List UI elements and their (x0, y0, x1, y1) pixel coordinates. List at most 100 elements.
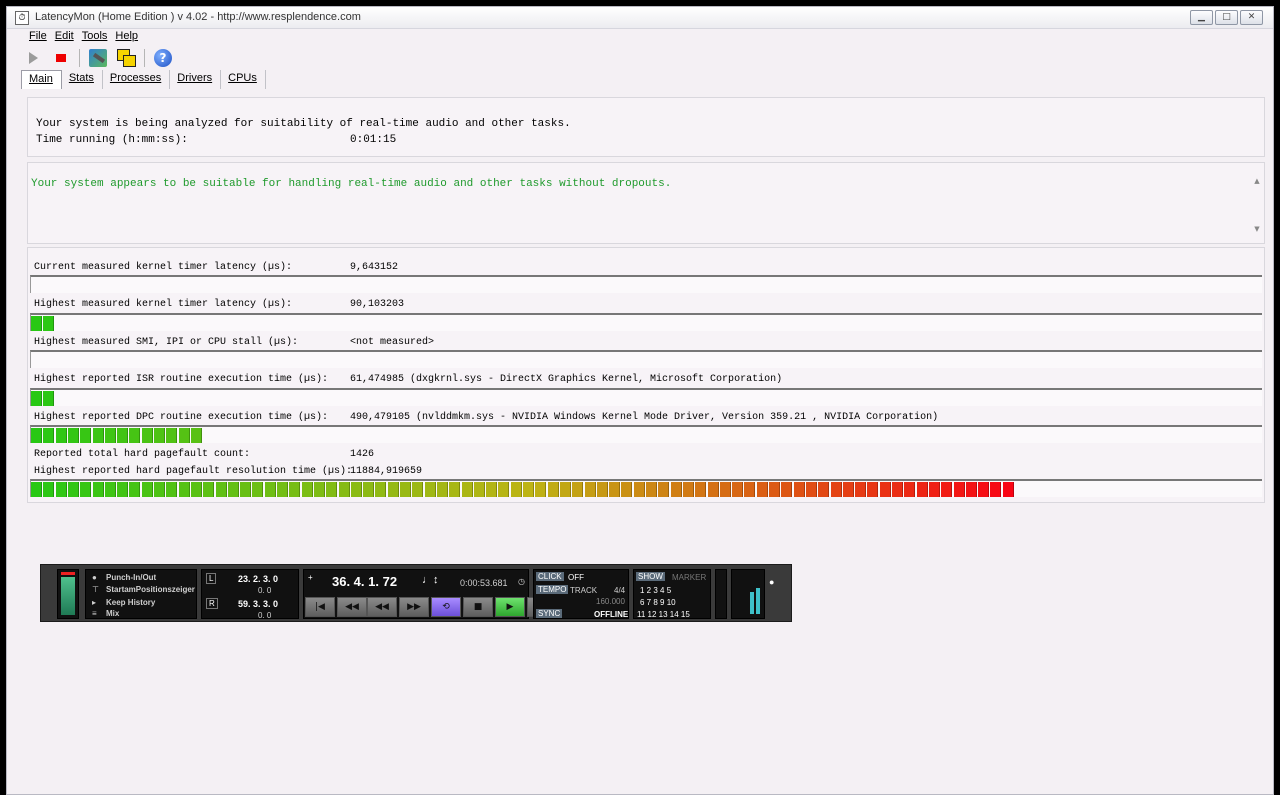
play-button[interactable]: ▶ (495, 597, 525, 617)
show-button[interactable]: SHOW (636, 572, 665, 581)
scroll-down-icon[interactable]: ▼ (1252, 225, 1262, 233)
menu-tools[interactable]: Tools (82, 30, 108, 46)
click-button[interactable]: CLICK (536, 572, 564, 581)
minimize-button[interactable]: ▁ (1190, 10, 1213, 25)
marker-label: MARKER (672, 573, 707, 582)
bar-segment (436, 482, 448, 497)
bar-segment (178, 482, 190, 497)
left-locator-value[interactable]: 23. 2. 3. 0 (238, 574, 278, 584)
marker-row[interactable]: 11 12 13 14 15 (637, 610, 690, 619)
bar-segment (31, 428, 42, 443)
go-to-start-button[interactable]: |◀ (305, 597, 335, 617)
right-locator-icon[interactable]: R (206, 598, 218, 609)
tempo-button[interactable]: TEMPO (536, 585, 569, 594)
level-bar-right (756, 588, 760, 614)
pagefault-count-label: Reported total hard pagefault count: (34, 449, 251, 460)
metric-value: 61,474985 (dxgkrnl.sys - DirectX Graphic… (350, 374, 783, 385)
pagefault-bar (30, 479, 1262, 497)
dot-icon: ● (769, 577, 775, 587)
bar-segment (277, 482, 288, 497)
time-position[interactable]: 0:00:53.681 (460, 578, 508, 588)
bar-segment (104, 482, 116, 497)
bar-segment (31, 391, 42, 406)
metric-bar (30, 388, 1262, 406)
bar-segment (707, 482, 719, 497)
left-locator-icon[interactable]: L (206, 573, 217, 584)
fast-forward-button[interactable]: ▶▶ (399, 597, 429, 617)
right-locator-value[interactable]: 59. 3. 3. 0 (238, 599, 278, 609)
bar-segment (892, 482, 903, 497)
stop-button[interactable]: ■ (463, 597, 493, 617)
clip-indicator (61, 572, 75, 575)
mix-option[interactable]: Mix (106, 609, 119, 618)
maximize-button[interactable]: □ (1215, 10, 1238, 25)
bar-segment (203, 482, 215, 497)
bar-position[interactable]: 36. 4. 1. 72 (332, 574, 397, 589)
toolbar-separator (144, 49, 145, 67)
bar-segment (412, 482, 424, 497)
scroll-up-icon[interactable]: ▲ (1252, 177, 1262, 185)
tab-main[interactable]: Main (21, 70, 62, 89)
stop-button[interactable] (51, 48, 71, 68)
bar-segment (166, 482, 178, 497)
start-button[interactable] (23, 48, 43, 68)
bar-segment (43, 428, 55, 443)
bar-segment (646, 482, 657, 497)
keep-history[interactable]: Keep History (106, 598, 155, 607)
metric-label: Highest measured SMI, IPI or CPU stall (… (34, 337, 299, 348)
menu-file[interactable]: File (29, 30, 47, 46)
metric-value: <not measured> (350, 337, 435, 348)
sync-button[interactable]: SYNC (536, 609, 563, 618)
level-bar-left (750, 592, 754, 614)
bar-segment (498, 482, 510, 497)
loop-button[interactable]: ⟲ (431, 597, 461, 617)
verdict-scrollbar[interactable]: ▲ ▼ (1252, 177, 1262, 239)
wrench-icon (89, 49, 107, 67)
tab-cpus[interactable]: CPUs (221, 70, 266, 89)
bar-segment (449, 482, 461, 497)
menu-edit[interactable]: Edit (55, 30, 74, 46)
bar-segment (264, 482, 276, 497)
bar-segment (584, 482, 596, 497)
tab-stats[interactable]: Stats (62, 70, 103, 89)
bar-segment (289, 482, 301, 497)
metric-bar (30, 350, 1262, 368)
tempo-bpm[interactable]: 160.000 (596, 597, 625, 606)
bar-segment (461, 482, 473, 497)
mix-icon: ≡ (92, 609, 97, 618)
windows-icon (117, 49, 136, 67)
bar-segment (129, 482, 141, 497)
start-position[interactable]: StartamPositionszeiger (106, 585, 195, 594)
rewind-button[interactable]: ◀◀ (367, 597, 397, 617)
bar-segment (756, 482, 768, 497)
help-button[interactable]: ? (153, 48, 173, 68)
marker-row[interactable]: 1 2 3 4 5 (640, 586, 671, 595)
bar-segment (830, 482, 842, 497)
marker-row[interactable]: 6 7 8 9 10 (640, 598, 676, 607)
plus-icon[interactable]: + (308, 573, 313, 582)
menu-help[interactable]: Help (115, 30, 138, 46)
marker-icon: ⊤ (92, 585, 99, 594)
bar-segment (141, 482, 153, 497)
transport-panel: ● Punch-In/Out ⊤ StartamPositionszeiger … (40, 564, 792, 622)
bar-segment (227, 482, 239, 497)
tools-button[interactable] (88, 48, 108, 68)
bar-segment (953, 482, 965, 497)
bar-segment (928, 482, 940, 497)
bar-segment (559, 482, 571, 497)
click-value: OFF (568, 573, 584, 582)
close-button[interactable]: ✕ (1240, 10, 1263, 25)
bar-segment (80, 482, 92, 497)
punch-in-out[interactable]: Punch-In/Out (106, 573, 156, 582)
bar-segment (596, 482, 608, 497)
bar-segment (252, 482, 264, 497)
toolbar-separator (79, 49, 80, 67)
title-bar[interactable]: ⏱ LatencyMon (Home Edition ) v 4.02 - ht… (7, 7, 1273, 29)
tab-drivers[interactable]: Drivers (170, 70, 222, 89)
window-title: LatencyMon (Home Edition ) v 4.02 - http… (35, 11, 361, 23)
bar-segment (682, 482, 694, 497)
windows-button[interactable] (116, 48, 136, 68)
tab-processes[interactable]: Processes (103, 70, 171, 89)
go-to-prev-button[interactable]: ◀◀ (337, 597, 367, 617)
stop-icon (56, 54, 66, 62)
